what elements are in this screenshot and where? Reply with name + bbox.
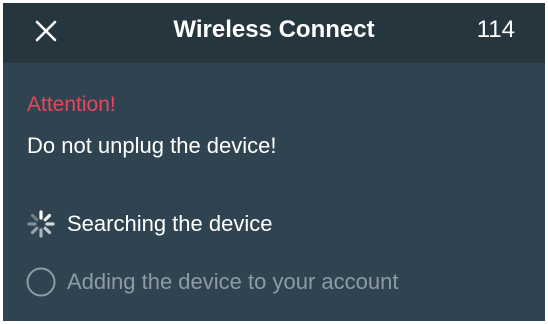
page-title: Wireless Connect xyxy=(173,16,375,43)
header-bar: Wireless Connect 114 xyxy=(3,3,545,63)
step-adding: Adding the device to your account xyxy=(25,265,398,299)
warning-message: Do not unplug the device! xyxy=(27,133,277,158)
step-searching-label: Searching the device xyxy=(67,211,273,236)
attention-label: Attention! xyxy=(27,93,116,116)
empty-circle-icon xyxy=(25,266,57,298)
count-label: 114 xyxy=(476,16,515,43)
wireless-connect-screen: Wireless Connect 114 Attention! Do not u… xyxy=(3,3,545,321)
spinner-icon xyxy=(25,208,57,240)
step-searching: Searching the device xyxy=(25,207,272,241)
step-adding-label: Adding the device to your account xyxy=(67,269,399,294)
